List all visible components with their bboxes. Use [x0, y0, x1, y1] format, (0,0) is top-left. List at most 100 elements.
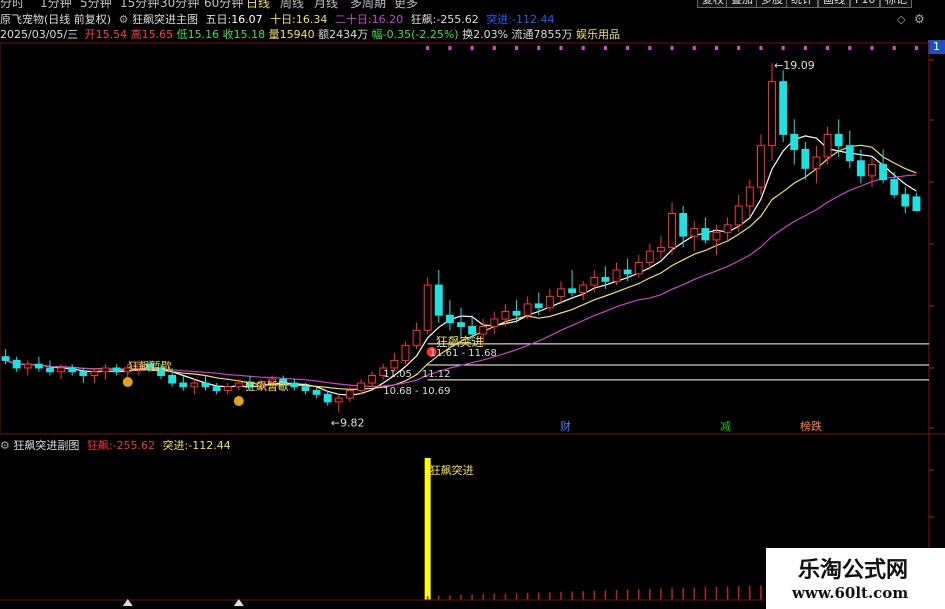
candle-body — [490, 318, 499, 328]
sub-kb-value: -255.62 — [112, 439, 156, 452]
candle-body — [46, 367, 54, 373]
candle-body — [779, 81, 788, 135]
top-dot — [559, 46, 563, 50]
candle-body — [57, 367, 66, 373]
pause-label-1: 狂飙暂歇 — [128, 359, 172, 373]
candle-body — [612, 269, 621, 282]
candle-body — [34, 363, 43, 369]
candle-body — [190, 382, 199, 388]
top-dot — [470, 46, 474, 50]
watermark: 乐淘公式网 www.60lt.com — [766, 548, 945, 609]
candle-body — [879, 164, 888, 181]
candle-body — [768, 81, 776, 147]
candle-body — [523, 303, 532, 316]
candle-body — [79, 371, 88, 376]
top-dot — [670, 46, 674, 50]
candle-body — [457, 322, 465, 328]
candle-body — [645, 250, 654, 263]
top-dot — [603, 46, 607, 50]
candle-body — [912, 196, 921, 212]
top-dot — [626, 46, 630, 50]
watermark-title: 乐淘公式网 — [798, 557, 909, 583]
candle-body — [1, 356, 10, 361]
candle-body — [590, 277, 599, 286]
marker-jian: 减 — [720, 420, 731, 433]
top-dot — [448, 46, 452, 50]
top-dot — [492, 46, 496, 50]
gear-icon-sub[interactable]: ⚙ — [0, 439, 10, 452]
top-dot — [892, 46, 896, 50]
candle-body — [690, 228, 699, 237]
candle-body — [845, 145, 854, 162]
candle-body — [712, 231, 721, 241]
top-dot — [648, 46, 652, 50]
candle-body — [112, 367, 121, 373]
candle-body — [701, 228, 710, 241]
candle-body — [579, 284, 588, 294]
candle-body — [557, 288, 565, 297]
candle-body — [345, 390, 354, 399]
candle-body — [834, 133, 843, 147]
top-dot — [737, 46, 741, 50]
watermark-url: www.60lt.com — [792, 584, 909, 602]
candle-body — [668, 213, 677, 248]
top-dot — [914, 46, 918, 50]
candle-body — [868, 164, 876, 177]
candle-body — [445, 314, 454, 324]
candle-body — [801, 148, 810, 169]
candle-body — [568, 288, 577, 294]
candle-body — [412, 329, 421, 346]
candle-body — [434, 284, 443, 316]
pause-label-2: 狂飙暂歇 — [245, 379, 289, 393]
top-dot — [803, 46, 807, 50]
sub-header: ⚙ 狂飙突进副图 狂飙:-255.62 突进:-112.44 — [0, 439, 231, 452]
candle-body — [745, 186, 754, 207]
marker-bang: 榜跌 — [800, 419, 822, 433]
candle-body — [301, 386, 310, 392]
sub-bar-label: 狂飙突进 — [430, 463, 474, 477]
candle-body — [390, 359, 399, 369]
candle-body — [68, 367, 77, 373]
candle-body — [368, 374, 377, 384]
candle-body — [290, 382, 299, 388]
candle-body — [679, 213, 688, 237]
candle-body — [234, 382, 243, 388]
candle-body — [179, 382, 188, 388]
candle-body — [790, 133, 799, 150]
candle-body — [312, 390, 321, 395]
candle-body — [601, 277, 610, 282]
top-dot — [537, 46, 541, 50]
sub-tj-value: -112.44 — [188, 439, 231, 452]
sub-title: 狂飙突进副图 — [13, 439, 80, 452]
candle-body — [201, 382, 210, 388]
candle-body — [512, 310, 521, 316]
candle-body — [723, 224, 732, 233]
top-dot — [426, 46, 430, 50]
candle-body — [823, 133, 832, 158]
candle-body — [323, 393, 332, 403]
candle-body — [212, 386, 221, 392]
price-chart: ←19.09←9.82狂飙突进11.61 - 11.6811.05 - 11.1… — [0, 42, 945, 609]
range-label-2: 11.05 - 11.12 — [383, 369, 450, 380]
candle-body — [23, 363, 32, 369]
sub-signal-bar — [424, 458, 431, 600]
top-dot — [781, 46, 785, 50]
candle-body — [101, 367, 110, 373]
candle-body — [90, 371, 99, 376]
candle-body — [657, 246, 665, 252]
candle-body — [334, 397, 343, 403]
candle-body — [468, 326, 477, 335]
top-dot — [826, 46, 830, 50]
top-dot — [692, 46, 696, 50]
candle-body — [734, 205, 743, 226]
top-dot — [870, 46, 874, 50]
candle-body — [401, 344, 410, 361]
top-dot — [515, 46, 519, 50]
marker-cai: 财 — [560, 419, 571, 433]
range-label-3: 10.68 - 10.69 — [383, 386, 450, 397]
candle-body — [534, 303, 543, 309]
candle-body — [168, 374, 177, 384]
signal-text: 狂飙突进 — [436, 334, 484, 349]
candle-body — [634, 261, 643, 275]
coin-icon-1 — [122, 377, 133, 387]
